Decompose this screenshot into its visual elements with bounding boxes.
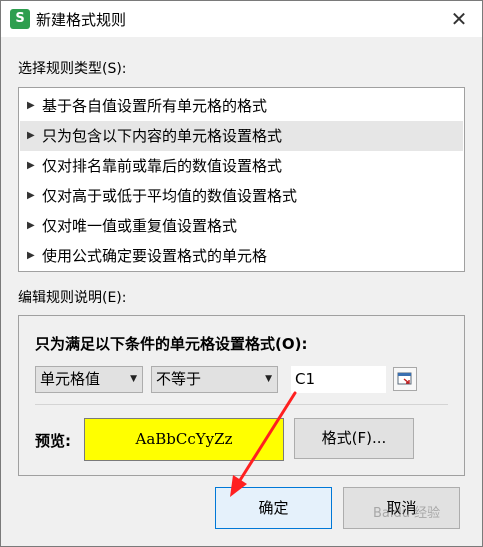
edit-rule-label: 编辑规则说明(E):: [18, 290, 127, 306]
triangle-right-icon: ▶: [27, 250, 35, 261]
operator-value: 不等于: [156, 370, 202, 388]
rule-type-item[interactable]: ▶ 仅对高于或低于平均值的数值设置格式: [20, 181, 463, 211]
rule-type-item[interactable]: ▶ 使用公式确定要设置格式的单元格: [20, 241, 463, 271]
value-input-text: C1: [295, 370, 316, 388]
rule-type-list[interactable]: ▶ 基于各自值设置所有单元格的格式 ▶ 只为包含以下内容的单元格设置格式 ▶ 仅…: [18, 87, 465, 272]
ok-button[interactable]: 确定: [215, 487, 332, 529]
triangle-right-icon: ▶: [27, 220, 35, 231]
condition-title: 只为满足以下条件的单元格设置格式(O):: [35, 335, 308, 353]
title-bar: S 新建格式规则 ✕: [1, 1, 482, 37]
collapse-dialog-button[interactable]: [393, 367, 417, 391]
dialog-title: 新建格式规则: [36, 11, 127, 29]
close-icon[interactable]: ✕: [446, 7, 472, 31]
rule-type-item[interactable]: ▶ 仅对唯一值或重复值设置格式: [20, 211, 463, 241]
chevron-down-icon: ▼: [265, 374, 272, 384]
value-input[interactable]: C1: [291, 366, 386, 393]
app-icon: S: [10, 9, 30, 29]
format-button[interactable]: 格式(F)...: [294, 418, 414, 459]
rule-type-item[interactable]: ▶ 仅对排名靠前或靠后的数值设置格式: [20, 151, 463, 181]
triangle-right-icon: ▶: [27, 130, 35, 141]
divider: [35, 404, 448, 405]
watermark-text: Baidu 经验: [373, 506, 441, 521]
rule-type-item-label: 使用公式确定要设置格式的单元格: [42, 247, 268, 265]
triangle-right-icon: ▶: [27, 100, 35, 111]
operator-select[interactable]: 不等于 ▼: [151, 366, 278, 393]
edit-rule-group: 只为满足以下条件的单元格设置格式(O): 单元格值 ▼ 不等于 ▼ C1 预览:…: [18, 315, 465, 476]
rule-type-item-label: 基于各自值设置所有单元格的格式: [42, 97, 268, 115]
range-select-icon: [397, 372, 412, 385]
rule-type-item-label: 仅对排名靠前或靠后的数值设置格式: [42, 157, 283, 175]
rule-type-label: 选择规则类型(S):: [18, 61, 127, 77]
triangle-right-icon: ▶: [27, 160, 35, 171]
preview-label: 预览:: [35, 432, 71, 450]
rule-type-item[interactable]: ▶ 基于各自值设置所有单元格的格式: [20, 91, 463, 121]
rule-type-item-selected[interactable]: ▶ 只为包含以下内容的单元格设置格式: [20, 121, 463, 151]
format-preview: AaBbCcYyZz: [84, 418, 284, 461]
rule-type-item-label: 仅对高于或低于平均值的数值设置格式: [42, 187, 298, 205]
rule-type-item-label: 仅对唯一值或重复值设置格式: [42, 217, 238, 235]
condition-type-select[interactable]: 单元格值 ▼: [35, 366, 143, 393]
condition-type-value: 单元格值: [40, 370, 101, 388]
new-format-rule-dialog: S 新建格式规则 ✕ 选择规则类型(S): ▶ 基于各自值设置所有单元格的格式 …: [0, 0, 483, 547]
rule-type-item-label: 只为包含以下内容的单元格设置格式: [42, 127, 283, 145]
triangle-right-icon: ▶: [27, 190, 35, 201]
chevron-down-icon: ▼: [130, 374, 137, 384]
